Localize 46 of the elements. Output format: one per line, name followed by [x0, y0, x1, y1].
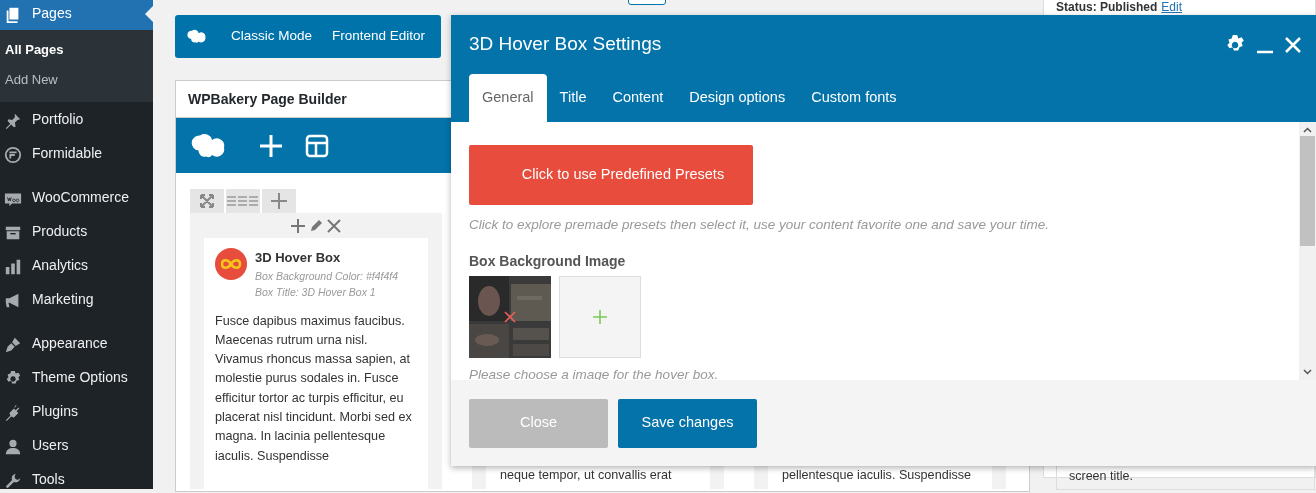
- help-text: Click to explore premade presets then select it, use your content favorite one and save your time.: [469, 216, 1051, 234]
- sidebar-item[interactable]: Analytics: [0, 248, 153, 282]
- scrollbar[interactable]: [1299, 122, 1316, 380]
- sidebar-item[interactable]: Portfolio: [0, 102, 153, 136]
- status-text: Status: Published: [1056, 0, 1158, 14]
- edit-link[interactable]: Edit: [1161, 0, 1183, 14]
- pencil-icon[interactable]: [309, 218, 323, 233]
- mode-button[interactable]: Classic Mode: [221, 26, 323, 47]
- element-info: Box Background Color: #f4f4f4 Box Title: 3D Hover Box 1: [255, 268, 399, 300]
- sidebar-item[interactable]: Products: [0, 214, 153, 248]
- add-icon[interactable]: [262, 189, 296, 213]
- sidebar-item[interactable]: Pages: [0, 0, 153, 30]
- add-icon: [593, 310, 607, 325]
- add-icon[interactable]: [291, 218, 305, 233]
- presets-button[interactable]: Click to use Predefined Presets: [469, 145, 753, 205]
- plug-icon: [4, 402, 22, 420]
- sidebar-item[interactable]: Formidable: [0, 136, 153, 170]
- tab[interactable]: General: [469, 74, 547, 122]
- sidebar-item[interactable]: Appearance: [0, 326, 153, 360]
- element-text: pellentesque iaculis. Suspendisse: [781, 467, 973, 485]
- sidebar-item[interactable]: Marketing: [0, 282, 153, 316]
- close-icon[interactable]: [327, 218, 341, 233]
- element-text: neque tempor, ut convallis erat: [499, 467, 673, 485]
- layout-icon[interactable]: [305, 133, 329, 158]
- submenu-item[interactable]: All Pages: [0, 35, 153, 65]
- sidebar-item[interactable]: Plugins: [0, 394, 153, 428]
- gear-icon: [4, 368, 22, 386]
- form-circle-icon: [4, 144, 22, 162]
- mode-button[interactable]: Frontend Editor: [322, 26, 436, 47]
- submenu-item[interactable]: Add New: [0, 64, 153, 94]
- sidebar-item[interactable]: Tools: [0, 462, 153, 493]
- cloud-logo-icon: [187, 29, 207, 44]
- cloud-logo-icon[interactable]: [191, 131, 227, 160]
- remove-icon[interactable]: [504, 311, 516, 324]
- expand-icon[interactable]: [190, 189, 224, 213]
- sidebar-item[interactable]: Theme Options: [0, 360, 153, 394]
- field-label: Box Background Image: [469, 252, 627, 272]
- save-button[interactable]: Save changes: [618, 398, 757, 448]
- element-title: 3D Hover Box: [255, 249, 342, 267]
- scroll-up-icon[interactable]: [1303, 127, 1312, 133]
- infinity-icon: [215, 248, 247, 280]
- dialog-title: 3D Hover Box Settings: [469, 32, 663, 57]
- sidebar-item[interactable]: WooCommerce: [0, 180, 153, 214]
- scroll-down-icon[interactable]: [1303, 369, 1312, 375]
- element-text: Fusce dapibus maximus faucibus. Maecenas rutrum urna nisl. Vivamus rhoncus massa sapien, at molestie purus sodales in. Fusce efficitur tortor ac turpis efficitur, eu placerat nisl tincidunt. Morbi sed ex magna. In lacinia pellentesque iaculis. Suspendisse: [215, 312, 413, 465]
- sidebar-item[interactable]: Users: [0, 428, 153, 462]
